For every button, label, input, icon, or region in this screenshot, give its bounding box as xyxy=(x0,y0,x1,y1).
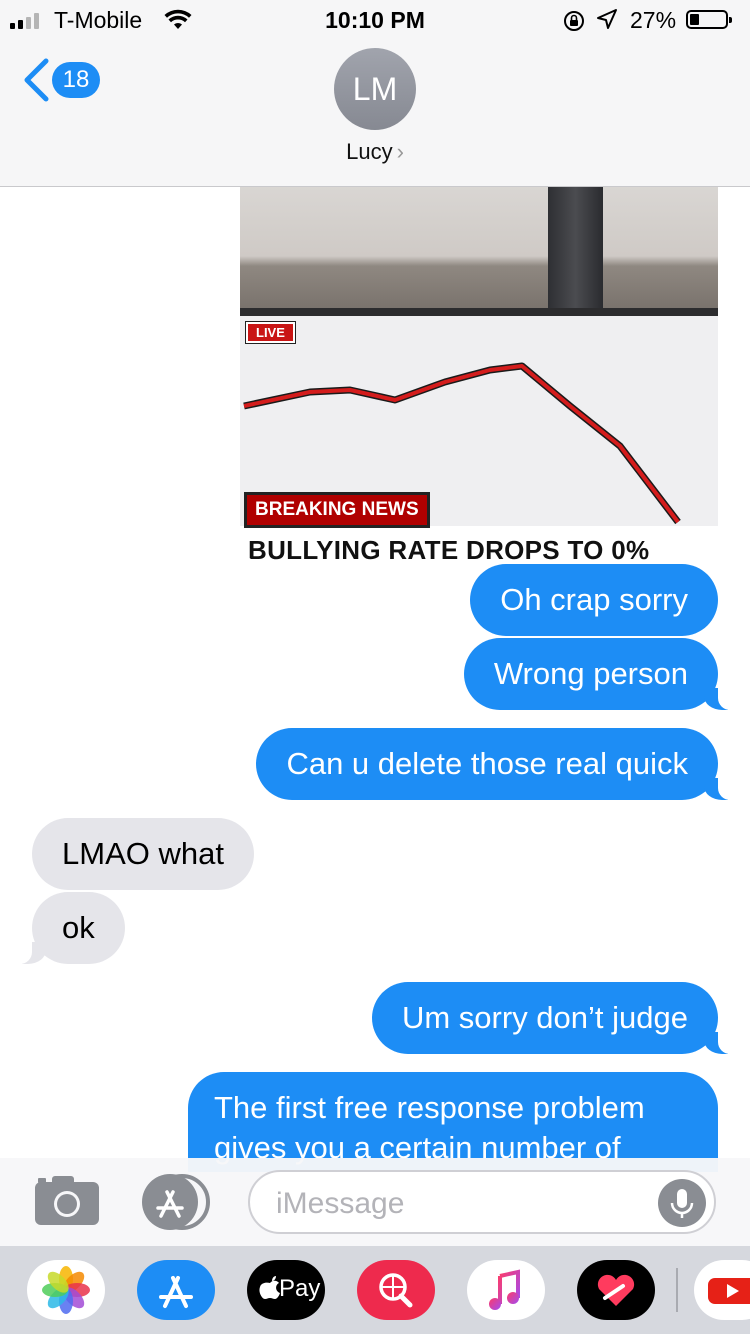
meme-headline: BULLYING RATE DROPS TO 0% xyxy=(248,535,650,562)
message-text: Can u delete those real quick xyxy=(286,746,688,781)
message-text: Um sorry don’t judge xyxy=(401,1000,688,1035)
message-bubble-outgoing[interactable]: Um sorry don’t judge xyxy=(371,982,741,1054)
message-bubble-outgoing[interactable]: Wrong person xyxy=(463,638,741,710)
digital-touch-icon xyxy=(597,1274,635,1306)
message-bubble-outgoing[interactable]: Can u delete those real quick xyxy=(256,728,740,800)
camera-icon xyxy=(35,1176,99,1225)
location-arrow-icon xyxy=(596,8,618,36)
meme-live-label: LIVE xyxy=(245,321,296,344)
back-button[interactable]: 18 xyxy=(22,56,112,106)
microphone-button[interactable] xyxy=(658,1179,706,1227)
camera-button[interactable] xyxy=(34,1174,100,1231)
contact-name: Lucy xyxy=(346,139,393,164)
music-app-button[interactable] xyxy=(467,1260,545,1320)
chevron-right-icon: › xyxy=(396,139,404,164)
status-bar: T-Mobile 10:10 PM 27% xyxy=(0,0,750,40)
imessage-field[interactable] xyxy=(248,1170,716,1234)
rotation-lock-icon xyxy=(562,9,586,39)
music-icon xyxy=(489,1269,520,1310)
apple-pay-button[interactable]: Pay xyxy=(247,1260,325,1320)
message-bubble-outgoing[interactable]: Oh crap sorry xyxy=(470,564,718,636)
message-bubble-incoming[interactable]: ok xyxy=(10,892,125,964)
digital-touch-button[interactable] xyxy=(577,1260,655,1320)
meme-breaking-news-label: BREAKING NEWS xyxy=(244,492,430,528)
app-drawer-separator xyxy=(676,1268,678,1312)
battery-percent: 27% xyxy=(630,7,677,33)
app-drawer: Pay xyxy=(0,1246,750,1334)
apple-pay-label: Pay xyxy=(279,1275,321,1302)
meme-image-attachment[interactable]: LIVE BREAKING NEWS BULLYING RATE DROPS T… xyxy=(240,186,718,562)
youtube-icon xyxy=(708,1278,750,1304)
unread-count-badge: 18 xyxy=(52,62,100,98)
photos-app-button[interactable] xyxy=(27,1260,105,1320)
chevron-left-icon xyxy=(24,58,49,102)
contact-avatar[interactable]: LM xyxy=(334,48,416,130)
message-bubble-incoming[interactable]: LMAO what xyxy=(32,818,254,890)
top-bar: T-Mobile 10:10 PM 27% 18 LM Lucy › xyxy=(0,0,750,187)
web-images-app-button[interactable] xyxy=(357,1260,435,1320)
youtube-app-button[interactable] xyxy=(694,1260,750,1320)
message-text: Wrong person xyxy=(493,656,688,691)
imessage-input[interactable] xyxy=(274,1184,648,1224)
message-text: ok xyxy=(62,910,95,945)
contact-name-button[interactable]: Lucy › xyxy=(0,139,750,165)
message-input-bar xyxy=(0,1158,750,1246)
meme-divider xyxy=(240,308,718,316)
battery-icon xyxy=(686,10,732,29)
apps-button[interactable] xyxy=(140,1172,212,1237)
message-bubble-outgoing[interactable]: The first free response problem gives yo… xyxy=(188,1072,718,1172)
app-store-small-icon xyxy=(142,1174,210,1230)
meme-photo-top xyxy=(240,186,718,314)
app-store-button[interactable] xyxy=(137,1260,215,1320)
microphone-icon xyxy=(670,1189,694,1218)
meme-person-legs xyxy=(548,186,603,312)
app-store-icon xyxy=(159,1276,193,1308)
photos-icon xyxy=(42,1266,90,1314)
web-images-icon xyxy=(379,1273,413,1308)
